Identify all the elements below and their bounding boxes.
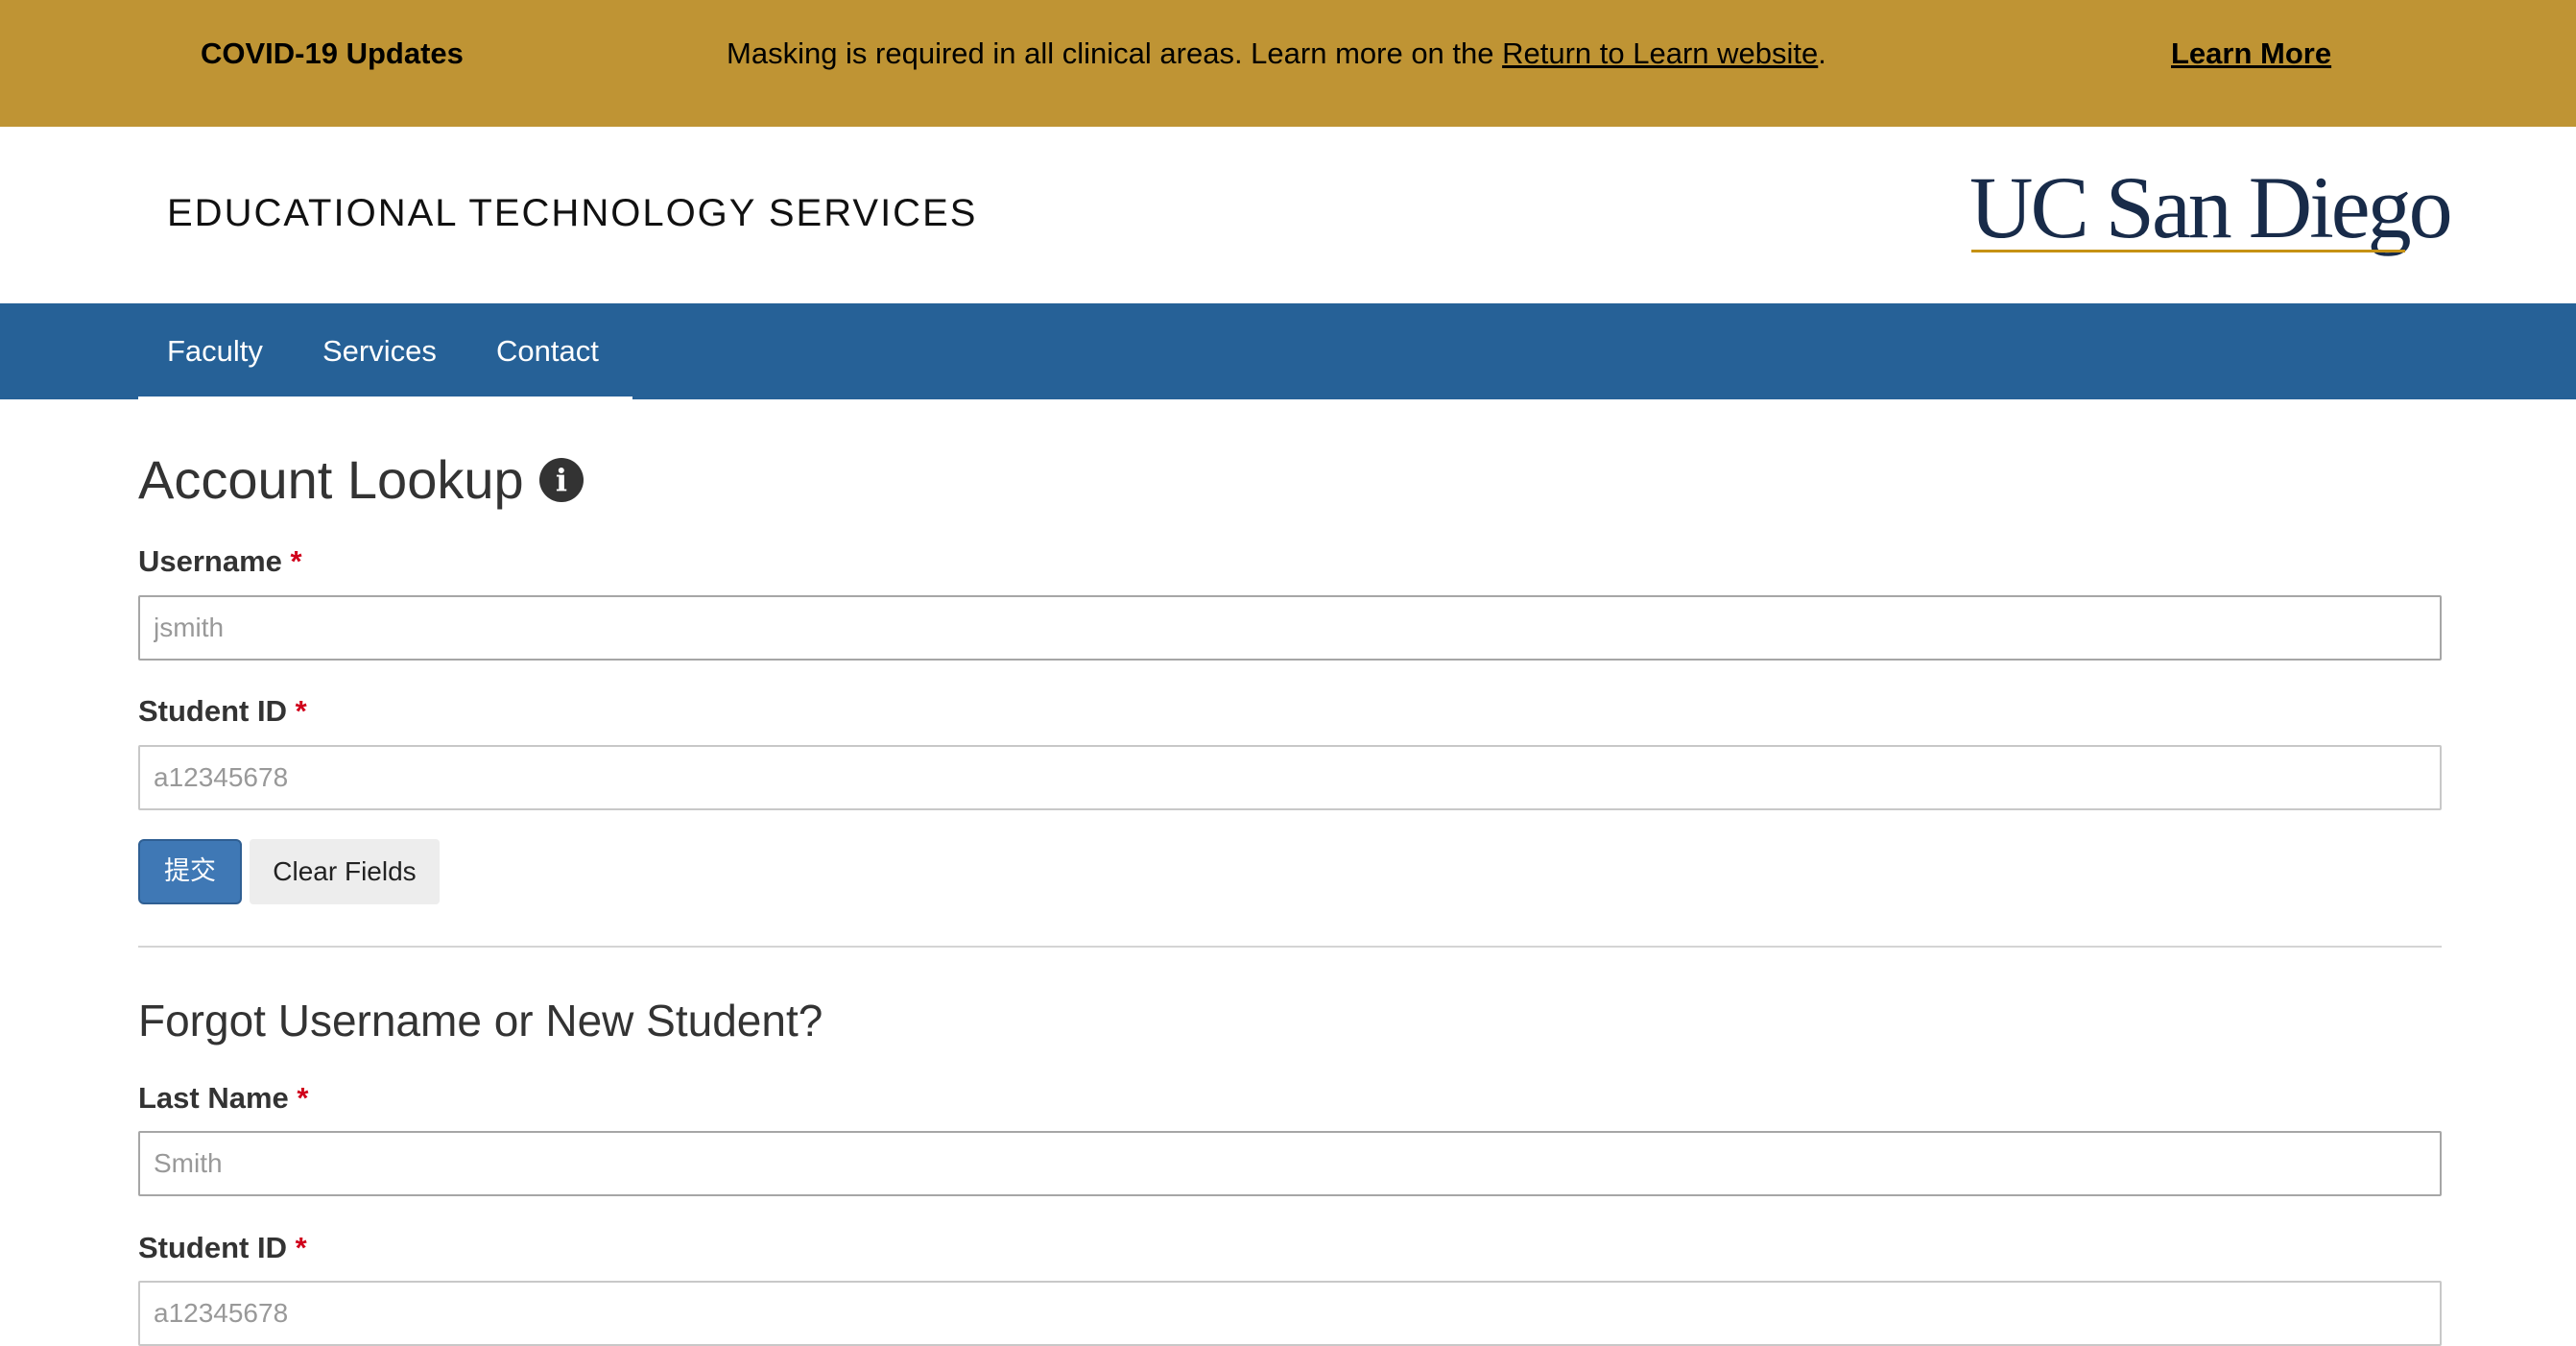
banner-title: COVID-19 Updates	[201, 36, 464, 70]
info-circle-icon[interactable]: i	[539, 458, 584, 502]
covid-banner: COVID-19 Updates Masking is required in …	[0, 0, 2576, 127]
username-label-text: Username	[138, 544, 282, 578]
nav-item-services[interactable]: Services	[322, 303, 437, 399]
submit-button[interactable]: 提交	[138, 839, 242, 904]
last-name-label: Last Name *	[138, 1079, 309, 1118]
learn-more-link[interactable]: Learn More	[2171, 35, 2331, 73]
student-id-label: Student ID *	[138, 692, 307, 731]
return-to-learn-link[interactable]: Return to Learn website	[1502, 36, 1818, 70]
site-header: EDUCATIONAL TECHNOLOGY SERVICES UC San D…	[0, 127, 2576, 303]
page-title: Account Lookup	[138, 449, 524, 510]
username-input[interactable]	[138, 595, 2442, 661]
logo-underline	[1971, 250, 2405, 252]
nav-item-faculty[interactable]: Faculty	[167, 303, 263, 399]
required-asterisk: *	[297, 1081, 309, 1115]
banner-message-text: Masking is required in all clinical area…	[727, 36, 1503, 70]
nav-item-contact[interactable]: Contact	[496, 303, 599, 399]
forgot-heading: Forgot Username or New Student?	[138, 996, 823, 1046]
required-asterisk: *	[295, 1231, 307, 1264]
forgot-student-id-input[interactable]	[138, 1281, 2442, 1346]
username-label: Username *	[138, 542, 302, 581]
nav-group: Faculty Services Contact	[138, 303, 632, 399]
banner-message: Masking is required in all clinical area…	[727, 35, 1826, 73]
main-nav: Faculty Services Contact	[0, 303, 2576, 399]
forgot-student-id-label: Student ID *	[138, 1229, 307, 1267]
site-title[interactable]: EDUCATIONAL TECHNOLOGY SERVICES	[167, 190, 977, 236]
ucsd-logo[interactable]: UC San Diego	[1969, 161, 2453, 257]
student-id-label-text: Student ID	[138, 694, 287, 728]
student-id-input[interactable]	[138, 745, 2442, 810]
clear-fields-button[interactable]: Clear Fields	[250, 839, 440, 904]
forgot-student-id-label-text: Student ID	[138, 1231, 287, 1264]
required-asterisk: *	[290, 544, 302, 578]
last-name-input[interactable]	[138, 1131, 2442, 1196]
required-asterisk: *	[295, 694, 307, 728]
last-name-label-text: Last Name	[138, 1081, 289, 1115]
logo-text: UC San Diego	[1969, 158, 2453, 256]
section-divider	[138, 946, 2442, 948]
banner-message-suffix: .	[1818, 36, 1826, 70]
